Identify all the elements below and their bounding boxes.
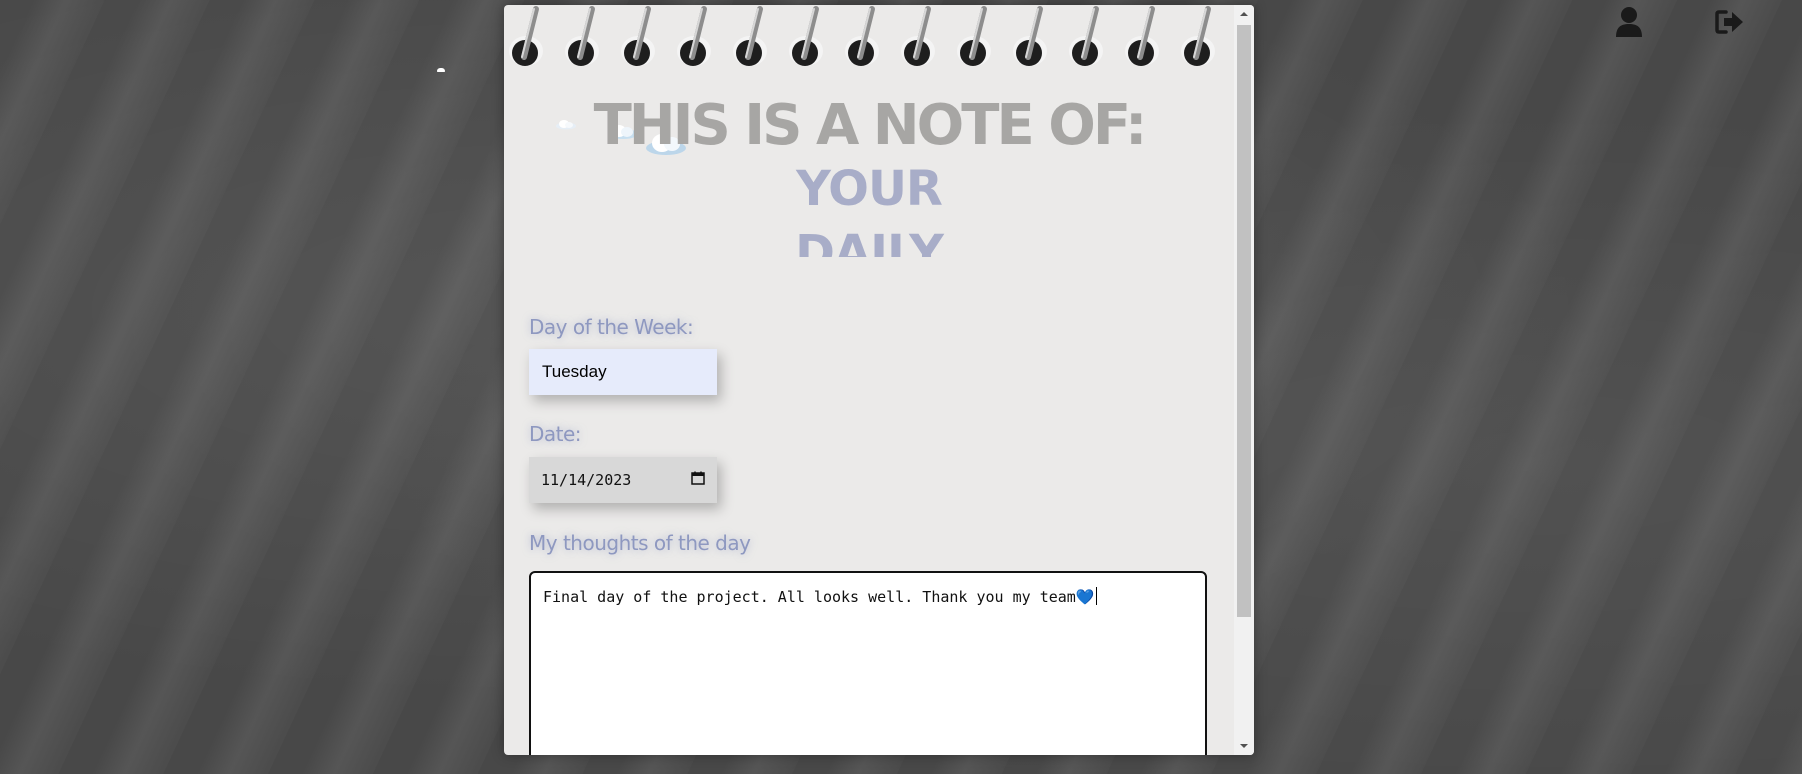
- cloud-decoration: [437, 68, 445, 72]
- note-scrollbar[interactable]: [1234, 5, 1254, 755]
- ring-icon: [1178, 5, 1218, 73]
- thoughts-label: My thoughts of the day: [529, 531, 751, 555]
- ring-icon: [674, 5, 714, 73]
- ring-icon: [506, 5, 546, 73]
- ring-icon: [1010, 5, 1050, 73]
- ring-icon: [1122, 5, 1162, 73]
- ring-icon: [562, 5, 602, 73]
- rotating-word: DAILY: [795, 225, 944, 257]
- note-title: THIS IS A NOTE OF:: [593, 93, 1148, 158]
- day-of-week-label: Day of the Week:: [529, 315, 694, 339]
- ring-icon: [1066, 5, 1106, 73]
- ring-icon: [618, 5, 658, 73]
- note-content: THIS IS A NOTE OF: YOUR DAILY Day of the…: [504, 5, 1234, 755]
- date-label: Date:: [529, 422, 582, 446]
- sign-out-icon[interactable]: [1712, 4, 1748, 40]
- scrollbar-thumb[interactable]: [1237, 25, 1251, 617]
- ring-icon: [954, 5, 994, 73]
- top-right-toolbar: [1542, 4, 1802, 44]
- date-input[interactable]: 11/14/2023: [529, 457, 717, 503]
- calendar-icon[interactable]: [691, 471, 705, 489]
- rotating-word: YOUR: [796, 161, 943, 217]
- note-panel: THIS IS A NOTE OF: YOUR DAILY Day of the…: [504, 5, 1254, 755]
- scroll-up-arrow-icon[interactable]: [1234, 5, 1254, 23]
- thoughts-textarea[interactable]: Final day of the project. All looks well…: [529, 571, 1207, 755]
- ring-icon: [730, 5, 770, 73]
- ring-icon: [842, 5, 882, 73]
- user-icon[interactable]: [1611, 4, 1647, 40]
- thoughts-text: Final day of the project. All looks well…: [543, 588, 1095, 606]
- ring-icon: [898, 5, 938, 73]
- text-caret: [1095, 587, 1097, 605]
- scroll-down-arrow-icon[interactable]: [1234, 737, 1254, 755]
- ring-icon: [786, 5, 826, 73]
- spiral-binding: [504, 5, 1234, 73]
- rotating-word-marquee: YOUR DAILY: [504, 157, 1234, 257]
- date-value: 11/14/2023: [541, 471, 632, 489]
- day-of-week-input[interactable]: [529, 349, 717, 395]
